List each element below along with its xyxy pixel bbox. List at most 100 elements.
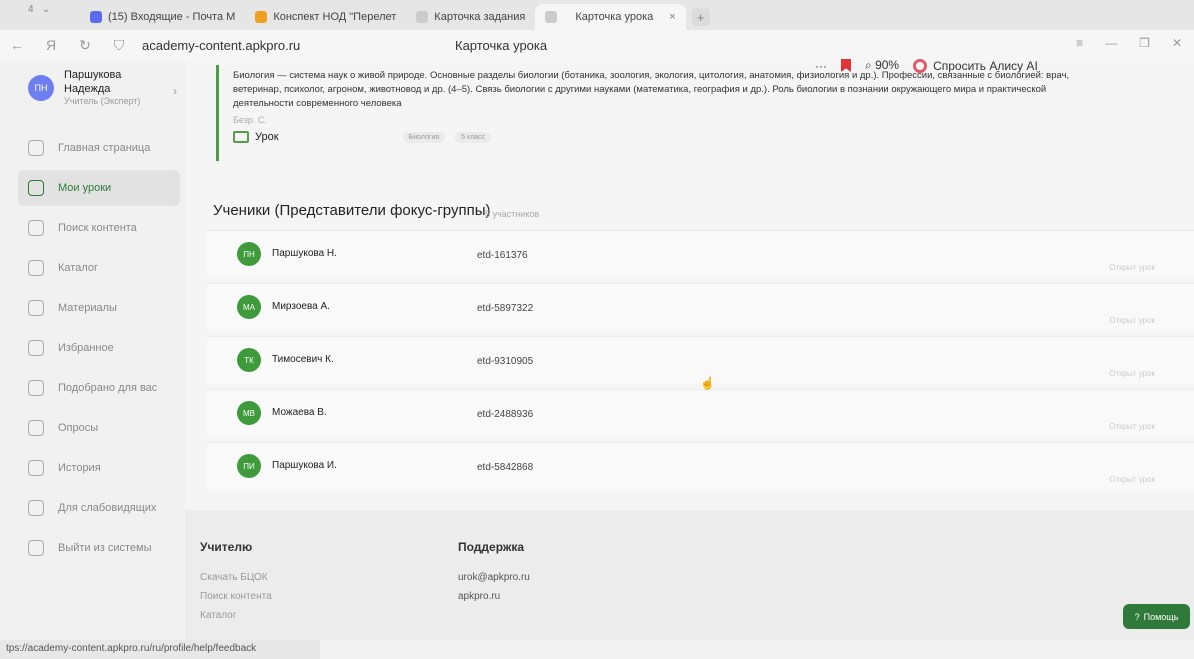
student-id: etd-5897322 <box>477 303 534 314</box>
window-buttons: ≡ — ❐ ✕ <box>1076 36 1182 50</box>
footer-link[interactable]: urok@apkpro.ru <box>458 572 530 583</box>
main-content: Биология — система наук о живой природе.… <box>185 60 1194 510</box>
url-field[interactable]: academy-content.apkpro.ru <box>142 38 300 53</box>
lesson-meta: Урок Биология 5 класс <box>233 131 1102 143</box>
close-tab-icon[interactable]: × <box>669 11 675 23</box>
help-label: Помощь <box>1143 611 1179 622</box>
footer-support-title: Поддержка <box>458 540 525 554</box>
tab-task-card[interactable]: Карточка задания <box>406 4 535 30</box>
reload-icon[interactable]: ↻ <box>68 37 102 54</box>
back-icon[interactable]: ← <box>0 37 34 53</box>
sidebar-item-label: Избранное <box>58 342 114 354</box>
user-profile[interactable]: ПН Паршукова Надежда Учитель (Эксперт) › <box>28 68 177 106</box>
sidebar-item-label: Каталог <box>58 262 98 274</box>
lesson-card: Биология — система наук о живой природе.… <box>216 65 1116 161</box>
sidebar-item-materials[interactable]: Материалы <box>0 290 185 326</box>
more-icon[interactable]: ··· <box>815 59 827 73</box>
sidebar-item-home[interactable]: Главная страница <box>0 130 185 166</box>
sidebar-item-label: Опросы <box>58 422 99 434</box>
student-avatar: МА <box>237 295 261 319</box>
sidebar-item-catalog[interactable]: Каталог <box>0 250 185 286</box>
sidebar-item-label: Поиск контента <box>58 222 137 234</box>
lesson-description: Биология — система наук о живой природе.… <box>233 70 1070 109</box>
book-icon <box>28 260 44 276</box>
footer-link[interactable]: apkpro.ru <box>458 591 530 602</box>
sidebar-item-history[interactable]: История <box>0 450 185 486</box>
menu-icon[interactable]: ≡ <box>1076 36 1083 50</box>
new-tab-button[interactable]: + <box>691 8 710 26</box>
open-lesson-link[interactable]: Открыт урок <box>1109 369 1155 378</box>
zoom-value: 90% <box>875 58 900 72</box>
footer-teacher-title: Учителю <box>200 540 253 554</box>
sidebar-item-label: Выйти из системы <box>58 542 152 554</box>
sidebar-item-favorites[interactable]: Избранное <box>0 330 185 366</box>
browser-tools: ··· ⌕ 90% Спросить Алису AI <box>815 58 1038 73</box>
grid-icon <box>28 300 44 316</box>
star-icon <box>28 340 44 356</box>
footer-link[interactable]: Скачать БЦОК <box>200 572 272 583</box>
sidebar-item-accessibility[interactable]: Для слабовидящих <box>0 490 185 526</box>
tab-label: Карточка задания <box>434 11 526 23</box>
glasses-icon <box>28 500 44 516</box>
zoom-indicator[interactable]: ⌕ 90% <box>865 58 899 73</box>
chevron-right-icon[interactable]: › <box>173 84 177 98</box>
tab-konspekt[interactable]: Конспект НОД "Перелет <box>245 4 406 30</box>
sidebar-item-label: Главная страница <box>58 142 151 154</box>
address-bar: ← Я ↻ ⛉ academy-content.apkpro.ru Карточ… <box>0 30 1194 60</box>
alice-label: Спросить Алису AI <box>933 58 1038 73</box>
close-window-icon[interactable]: ✕ <box>1172 36 1182 50</box>
graduation-cap-icon <box>28 180 44 196</box>
monitor-icon <box>233 131 249 143</box>
student-row: МВ Можаева В. etd-2488936 Открыт урок <box>207 389 1194 437</box>
user-icon <box>28 380 44 396</box>
student-avatar: ПИ <box>237 454 261 478</box>
tab-mail[interactable]: (15) Входящие - Почта М <box>80 4 245 30</box>
user-role: Учитель (Эксперт) <box>64 96 141 106</box>
sidebar: ПН Паршукова Надежда Учитель (Эксперт) ›… <box>0 60 185 640</box>
footer-teacher: Учителю Скачать БЦОК Поиск контента Ката… <box>200 540 272 629</box>
student-name: Можаева В. <box>272 407 327 418</box>
student-row: ПН Паршукова Н. etd-161376 Открыт урок <box>207 230 1194 278</box>
grid-icon <box>545 11 558 23</box>
sidebar-item-recommended[interactable]: Подобрано для вас <box>0 370 185 406</box>
open-lesson-link[interactable]: Открыт урок <box>1109 316 1155 325</box>
tab-lesson-card[interactable]: Карточка урока × <box>535 4 686 30</box>
open-lesson-link[interactable]: Открыт урок <box>1109 422 1155 431</box>
students-count: 5 участников <box>485 209 540 219</box>
footer-support: Поддержка urok@apkpro.ru apkpro.ru <box>458 540 530 610</box>
sidebar-item-label: Подобрано для вас <box>58 382 158 394</box>
tag-grade: 5 класс <box>455 131 492 143</box>
document-icon <box>255 11 268 23</box>
sidebar-item-my-lessons[interactable]: Мои уроки <box>18 170 180 206</box>
student-name: Мирзоева А. <box>272 301 330 312</box>
yandex-icon[interactable]: Я <box>34 37 68 53</box>
open-lesson-link[interactable]: Открыт урок <box>1109 263 1155 272</box>
clipboard-icon <box>28 420 44 436</box>
shield-icon: ⛉ <box>113 36 125 53</box>
student-avatar: МВ <box>237 401 261 425</box>
sidebar-item-label: История <box>58 462 101 474</box>
user-name-line1: Паршукова <box>64 69 122 81</box>
footer: Учителю Скачать БЦОК Поиск контента Ката… <box>185 510 1194 640</box>
tab-label: (15) Входящие - Почта М <box>108 11 236 23</box>
student-id: etd-9310905 <box>477 356 534 367</box>
footer-link[interactable]: Поиск контента <box>200 591 272 602</box>
status-bar: tps://academy-content.apkpro.ru/ru/profi… <box>0 640 320 659</box>
open-lesson-link[interactable]: Открыт урок <box>1109 475 1155 484</box>
user-name-line2: Надежда <box>64 83 111 95</box>
bookmark-icon[interactable] <box>841 59 851 72</box>
lesson-author: Безр. С. <box>233 115 267 125</box>
tab-label: Карточка урока <box>575 11 654 23</box>
help-button[interactable]: ? Помощь <box>1123 604 1190 629</box>
alice-icon <box>913 58 928 73</box>
sidebar-item-surveys[interactable]: Опросы <box>0 410 185 446</box>
restore-icon[interactable]: ❐ <box>1139 36 1150 50</box>
sidebar-item-search[interactable]: Поиск контента <box>0 210 185 246</box>
tab-label: Конспект НОД "Перелет <box>273 11 397 23</box>
student-name: Тимосевич К. <box>272 354 334 365</box>
sidebar-item-label: Для слабовидящих <box>58 502 157 514</box>
alice-button[interactable]: Спросить Алису AI <box>913 58 1038 73</box>
sidebar-item-logout[interactable]: Выйти из системы <box>0 530 185 566</box>
minimize-icon[interactable]: — <box>1105 36 1117 50</box>
footer-link[interactable]: Каталог <box>200 610 272 621</box>
